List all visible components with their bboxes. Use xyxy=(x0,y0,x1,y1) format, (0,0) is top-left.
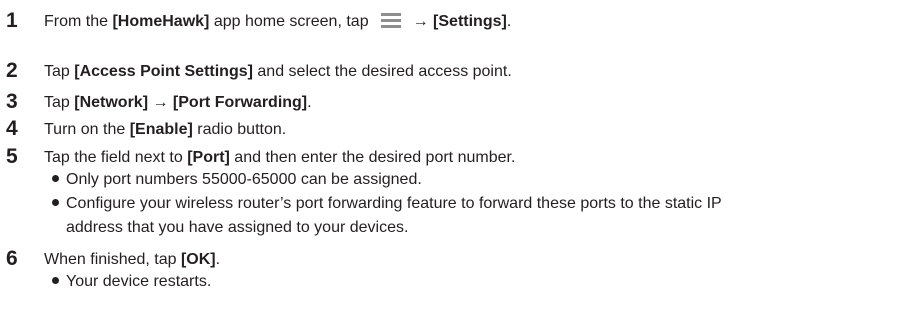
instruction-steps: 1 From the [HomeHawk] app home screen, t… xyxy=(0,0,923,314)
menu-icon xyxy=(380,13,401,28)
text-segment: radio button. xyxy=(192,121,287,138)
bullet-item: Configure your wireless router’s port fo… xyxy=(52,193,722,214)
text-segment: . xyxy=(506,13,512,30)
access-point-settings-label: [Access Point Settings] xyxy=(74,63,253,80)
step-number: 5 xyxy=(6,145,18,168)
ok-label: [OK] xyxy=(180,251,216,268)
arrow-text: → xyxy=(412,13,434,30)
text-segment: Tap the field next to xyxy=(44,149,188,166)
bullet-text: Only port numbers 55000-65000 can be ass… xyxy=(66,171,422,188)
step-text: Turn on the [Enable] radio button. xyxy=(44,119,286,140)
bullet-item: Only port numbers 55000-65000 can be ass… xyxy=(52,169,422,190)
text-segment: From the xyxy=(44,13,113,30)
bullet-text: Your device restarts. xyxy=(66,273,212,290)
text-segment: . xyxy=(215,251,221,268)
step-number: 6 xyxy=(6,247,18,270)
text-segment: Tap xyxy=(44,94,75,111)
step-text: Tap the field next to [Port] and then en… xyxy=(44,147,515,168)
bullet-continuation: address that you have assigned to your d… xyxy=(66,219,409,236)
port-label: [Port] xyxy=(187,149,230,166)
text-segment: . xyxy=(307,94,312,111)
text-segment: Turn on the xyxy=(44,121,130,138)
text-segment: Tap xyxy=(44,63,75,80)
bullet-dot xyxy=(52,175,59,182)
step-text: From the [HomeHawk] app home screen, tap… xyxy=(44,11,511,32)
arrow-text: → xyxy=(148,94,173,111)
bullet-text: Configure your wireless router’s port fo… xyxy=(66,195,722,212)
step-number: 3 xyxy=(6,90,18,113)
port-forwarding-label: [Port Forwarding] xyxy=(172,94,308,111)
bullet-dot xyxy=(52,199,59,206)
step-number: 4 xyxy=(6,117,18,140)
settings-label: [Settings] xyxy=(433,13,507,30)
step-text: When finished, tap [OK]. xyxy=(44,249,220,270)
step-text: Tap [Network] → [Port Forwarding]. xyxy=(44,92,312,113)
text-segment: and select the desired access point. xyxy=(252,63,512,80)
network-label: [Network] xyxy=(74,94,149,111)
step-number: 2 xyxy=(6,59,18,82)
bullet-item: Your device restarts. xyxy=(52,271,211,292)
text-segment: app home screen, tap xyxy=(209,13,369,30)
app-name: [HomeHawk] xyxy=(112,13,210,30)
enable-label: [Enable] xyxy=(129,121,193,138)
text-segment: and then enter the desired port number. xyxy=(229,149,516,166)
text-segment: When finished, tap xyxy=(44,251,181,268)
bullet-dot xyxy=(52,277,59,284)
step-text: Tap [Access Point Settings] and select t… xyxy=(44,61,512,82)
step-number: 1 xyxy=(6,9,18,32)
